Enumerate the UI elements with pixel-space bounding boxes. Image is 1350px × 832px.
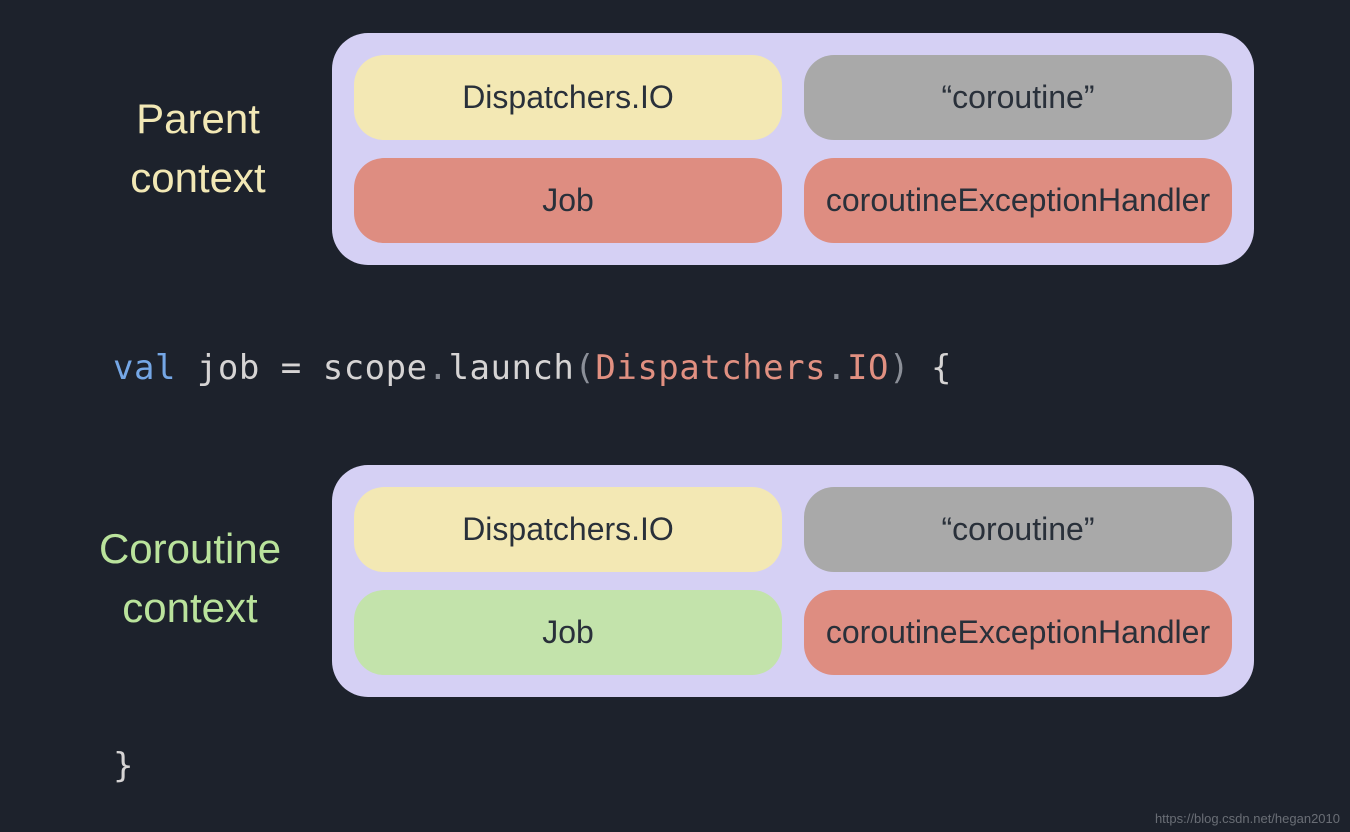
coroutine-context-box: Dispatchers.IO “coroutine” Job coroutine… [332, 465, 1254, 697]
parent-job-pill: Job [354, 158, 782, 243]
code-dot1: . [428, 348, 449, 388]
coroutine-name-pill: “coroutine” [804, 487, 1232, 572]
coroutine-job-pill: Job [354, 590, 782, 675]
code-launch: launch [449, 348, 575, 388]
parent-line2: context [130, 154, 265, 201]
coroutine-exception-handler-pill: coroutineExceptionHandler [804, 590, 1232, 675]
coroutine-dispatcher-pill: Dispatchers.IO [354, 487, 782, 572]
code-brace-close: } [113, 746, 133, 786]
code-line: val job = scope.launch(Dispatchers.IO) { [113, 348, 952, 388]
coroutine-line2: context [122, 584, 257, 631]
coroutine-context-label: Coroutine context [70, 520, 310, 638]
code-disp-left: Dispatchers [595, 348, 826, 388]
code-disp-right: IO [847, 348, 889, 388]
parent-context-label: Parent context [98, 90, 298, 208]
parent-context-box: Dispatchers.IO “coroutine” Job coroutine… [332, 33, 1254, 265]
code-keyword: val [113, 348, 176, 388]
code-paren-close: ) [889, 348, 910, 388]
code-brace-open: { [910, 348, 952, 388]
parent-name-pill: “coroutine” [804, 55, 1232, 140]
parent-dispatcher-pill: Dispatchers.IO [354, 55, 782, 140]
code-dot2: . [826, 348, 847, 388]
code-eq: = [281, 348, 302, 388]
coroutine-line1: Coroutine [99, 525, 281, 572]
parent-exception-handler-pill: coroutineExceptionHandler [804, 158, 1232, 243]
watermark: https://blog.csdn.net/hegan2010 [1155, 811, 1340, 826]
code-paren-open: ( [574, 348, 595, 388]
code-ident: job [176, 348, 281, 388]
parent-line1: Parent [136, 95, 260, 142]
code-scope: scope [302, 348, 428, 388]
